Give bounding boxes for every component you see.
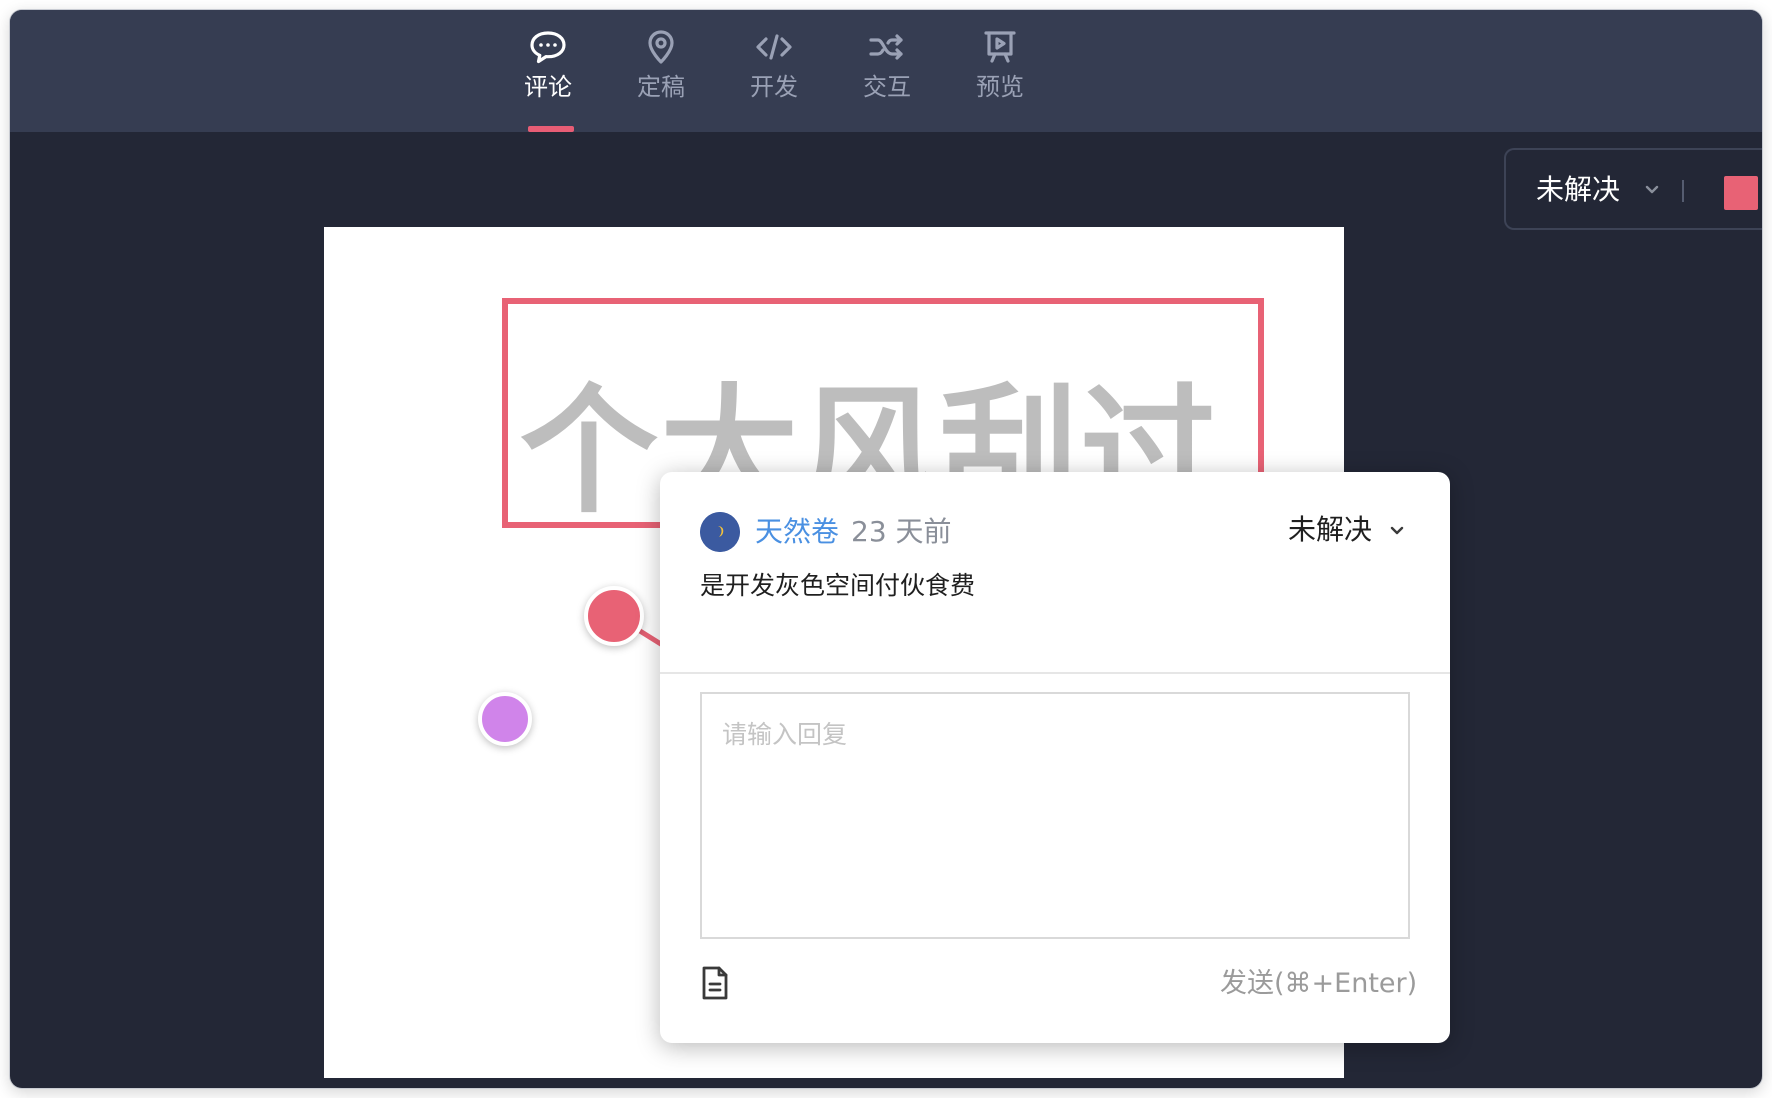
comment-time: 23 天前 xyxy=(851,515,952,548)
presentation-icon xyxy=(981,28,1019,66)
comment-popup: 天然卷 23 天前 未解决 是开发灰色空间付伙食费 发送(⌘+Enter) xyxy=(660,472,1450,1043)
tab-finalize[interactable]: 定稿 xyxy=(611,28,711,132)
tab-comments[interactable]: 评论 xyxy=(498,28,598,132)
tab-preview-label: 预览 xyxy=(976,73,1024,101)
comment-author[interactable]: 天然卷 xyxy=(755,512,839,552)
attach-file-icon[interactable] xyxy=(700,965,730,1001)
divider xyxy=(660,672,1450,674)
send-button[interactable]: 发送(⌘+Enter) xyxy=(1220,964,1417,1004)
shuffle-icon xyxy=(868,28,906,66)
tab-finalize-label: 定稿 xyxy=(637,73,685,101)
code-icon xyxy=(755,28,793,66)
tab-interaction[interactable]: 交互 xyxy=(837,28,937,132)
chevron-down-icon[interactable] xyxy=(1388,522,1406,540)
comment-pin[interactable] xyxy=(478,692,532,746)
tab-develop[interactable]: 开发 xyxy=(724,28,824,132)
color-filter-swatch[interactable] xyxy=(1724,176,1758,210)
tab-develop-label: 开发 xyxy=(750,73,798,101)
tab-preview[interactable]: 预览 xyxy=(950,28,1050,132)
avatar xyxy=(700,512,740,552)
location-pin-icon xyxy=(642,28,680,66)
tab-interaction-label: 交互 xyxy=(863,73,911,101)
comment-text: 是开发灰色空间付伙食费 xyxy=(700,571,976,600)
status-filter-panel: 未解决 xyxy=(1504,148,1762,230)
reply-input[interactable] xyxy=(700,692,1410,939)
active-tab-indicator xyxy=(528,126,574,132)
chevron-down-icon[interactable] xyxy=(1642,180,1662,200)
divider xyxy=(1682,180,1684,202)
comment-pin-active[interactable] xyxy=(584,586,644,646)
status-filter-dropdown[interactable]: 未解决 xyxy=(1536,172,1620,208)
tab-comments-label: 评论 xyxy=(524,73,572,101)
top-nav-bar: 评论 定稿 开发 交互 预览 xyxy=(10,10,1762,132)
comment-icon xyxy=(529,28,567,66)
comment-status-dropdown[interactable]: 未解决 xyxy=(1288,510,1372,550)
